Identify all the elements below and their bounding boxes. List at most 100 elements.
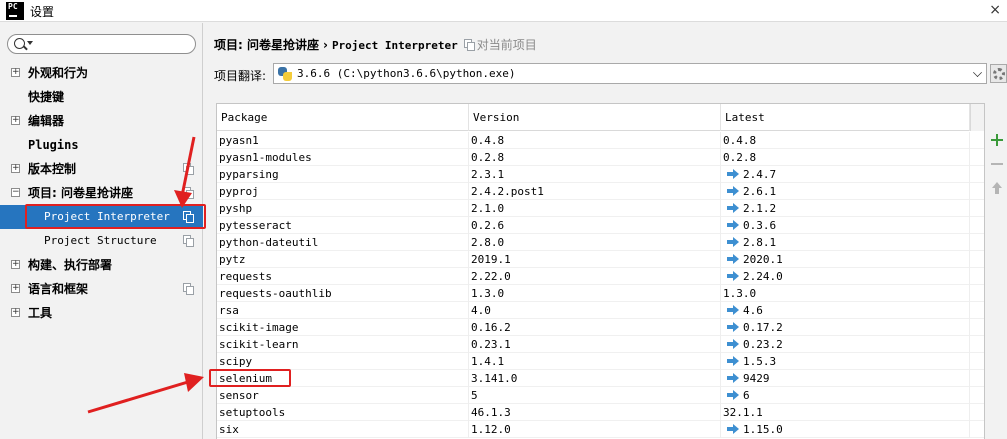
upgrade-arrow-icon	[727, 339, 739, 349]
latest-cell: 1.3.0	[721, 285, 970, 302]
expand-icon[interactable]: +	[11, 284, 20, 293]
latest-version: 4.6	[743, 304, 763, 317]
main-panel: 项目: 问卷星抢讲座 › Project Interpreter 对当前项目 项目翻译…	[204, 23, 1007, 439]
latest-version: 0.4.8	[723, 134, 757, 147]
table-row[interactable]: setuptools 46.1.3 32.1.1	[217, 404, 984, 421]
upgrade-arrow-icon	[727, 373, 739, 383]
latest-cell: 0.17.2	[721, 319, 970, 336]
column-header-package[interactable]: Package	[217, 104, 469, 131]
plus-icon[interactable]	[989, 132, 1005, 148]
package-name-cell: pyasn1-modules	[217, 149, 469, 166]
sidebar-item-label: 快捷键	[28, 90, 65, 104]
table-row[interactable]: pyasn1-modules 0.2.8 0.2.8	[217, 149, 984, 166]
window-title: 设置	[30, 5, 55, 19]
sidebar-item[interactable]: + 工具	[0, 301, 203, 325]
copy-icon	[183, 163, 194, 175]
latest-cell: 6	[721, 387, 970, 404]
table-row[interactable]: selenium 3.141.0 9429	[217, 370, 984, 387]
packages-table: Package Version Latest pyasn1 0.4.8 0.4.8 p…	[216, 103, 985, 439]
package-name-cell: pyproj	[217, 183, 469, 200]
version-cell: 46.1.3	[469, 404, 721, 421]
expand-icon[interactable]: +	[11, 116, 20, 125]
collapse-icon[interactable]: −	[11, 188, 20, 197]
table-row[interactable]: scikit-learn 0.23.1 0.23.2	[217, 336, 984, 353]
packages-toolbar	[986, 103, 1007, 439]
version-cell: 0.4.8	[469, 132, 721, 149]
table-row[interactable]: six 1.12.0 1.15.0	[217, 421, 984, 438]
close-button[interactable]: ×	[989, 2, 1001, 18]
table-row[interactable]: python-dateutil 2.8.0 2.8.1	[217, 234, 984, 251]
table-row[interactable]: pyproj 2.4.2.post1 2.6.1	[217, 183, 984, 200]
sidebar-sub-item[interactable]: Project Structure	[0, 229, 203, 253]
latest-cell: 1.5.3	[721, 353, 970, 370]
latest-version: 1.3.0	[723, 287, 757, 300]
version-cell: 3.141.0	[469, 370, 721, 387]
sidebar-item[interactable]: Plugins	[0, 133, 203, 157]
latest-version: 0.2.8	[723, 151, 757, 164]
upgrade-arrow-icon	[727, 390, 739, 400]
version-cell: 5	[469, 387, 721, 404]
sidebar-item[interactable]: + 版本控制	[0, 157, 203, 181]
table-row[interactable]: requests-oauthlib 1.3.0 1.3.0	[217, 285, 984, 302]
table-row[interactable]: sensor 5 6	[217, 387, 984, 404]
latest-cell: 0.2.8	[721, 149, 970, 166]
table-row[interactable]: pyshp 2.1.0 2.1.2	[217, 200, 984, 217]
latest-cell: 2020.1	[721, 251, 970, 268]
upgrade-arrow-icon	[727, 254, 739, 264]
table-row[interactable]: requests 2.22.0 2.24.0	[217, 268, 984, 285]
copy-icon	[463, 39, 475, 51]
gear-icon	[993, 68, 1005, 80]
table-row[interactable]: pytesseract 0.2.6 0.3.6	[217, 217, 984, 234]
breadcrumb: 项目: 问卷星抢讲座 › Project Interpreter 对当前项目	[214, 36, 537, 53]
settings-search-input[interactable]	[7, 34, 196, 54]
sidebar-item-label: 项目: 问卷星抢讲座	[28, 186, 133, 200]
interpreter-select[interactable]: 3.6.6 (C:\python3.6.6\python.exe)	[273, 63, 987, 84]
table-row[interactable]: scikit-image 0.16.2 0.17.2	[217, 319, 984, 336]
table-row[interactable]: pyparsing 2.3.1 2.4.7	[217, 166, 984, 183]
latest-cell: 2.8.1	[721, 234, 970, 251]
column-header-latest[interactable]: Latest	[721, 104, 970, 131]
latest-version: 32.1.1	[723, 406, 763, 419]
expand-icon[interactable]: +	[11, 260, 20, 269]
table-row[interactable]: pyasn1 0.4.8 0.4.8	[217, 132, 984, 149]
package-name-cell: requests-oauthlib	[217, 285, 469, 302]
sidebar-item[interactable]: + 编辑器	[0, 109, 203, 133]
table-row[interactable]: rsa 4.0 4.6	[217, 302, 984, 319]
version-cell: 1.4.1	[469, 353, 721, 370]
upgrade-arrow-icon	[727, 237, 739, 247]
column-header-version[interactable]: Version	[469, 104, 721, 131]
latest-cell: 9429	[721, 370, 970, 387]
settings-sidebar: + 外观和行为 快捷键 + 编辑器 Plugins + 版本控制 − 项目: 问卷星抢讲座 + 构建、…	[0, 23, 203, 439]
latest-version: 9429	[743, 372, 770, 385]
interpreter-settings-button[interactable]	[990, 64, 1007, 83]
sidebar-item[interactable]: − 项目: 问卷星抢讲座	[0, 181, 203, 205]
sidebar-item[interactable]: + 外观和行为	[0, 61, 203, 85]
up-icon[interactable]	[989, 180, 1005, 196]
latest-version: 0.23.2	[743, 338, 783, 351]
breadcrumb-project: 项目: 问卷星抢讲座	[214, 38, 319, 52]
upgrade-arrow-icon	[727, 356, 739, 366]
latest-version: 2.4.7	[743, 168, 777, 181]
expand-icon[interactable]: +	[11, 68, 20, 77]
table-row[interactable]: pytz 2019.1 2020.1	[217, 251, 984, 268]
minus-icon[interactable]	[989, 156, 1005, 172]
upgrade-arrow-icon	[727, 305, 739, 315]
search-history-icon[interactable]	[27, 41, 33, 45]
copy-icon	[183, 283, 194, 295]
sidebar-item[interactable]: + 语言和框架	[0, 277, 203, 301]
chevron-down-icon[interactable]	[973, 68, 982, 77]
expand-icon[interactable]: +	[11, 308, 20, 317]
latest-cell: 1.15.0	[721, 421, 970, 438]
interpreter-value: 3.6.6 (C:\python3.6.6\python.exe)	[297, 67, 516, 80]
package-name-cell: pyparsing	[217, 166, 469, 183]
expand-icon[interactable]: +	[11, 164, 20, 173]
table-row[interactable]: scipy 1.4.1 1.5.3	[217, 353, 984, 370]
sidebar-item[interactable]: + 构建、执行部署	[0, 253, 203, 277]
sidebar-item[interactable]: 快捷键	[0, 85, 203, 109]
latest-version: 2.8.1	[743, 236, 777, 249]
annotation-box-project-interpreter	[25, 204, 206, 229]
version-cell: 2.22.0	[469, 268, 721, 285]
table-header: Package Version Latest	[217, 104, 984, 131]
version-cell: 0.23.1	[469, 336, 721, 353]
title-bar: PC 设置 ×	[0, 0, 1007, 22]
